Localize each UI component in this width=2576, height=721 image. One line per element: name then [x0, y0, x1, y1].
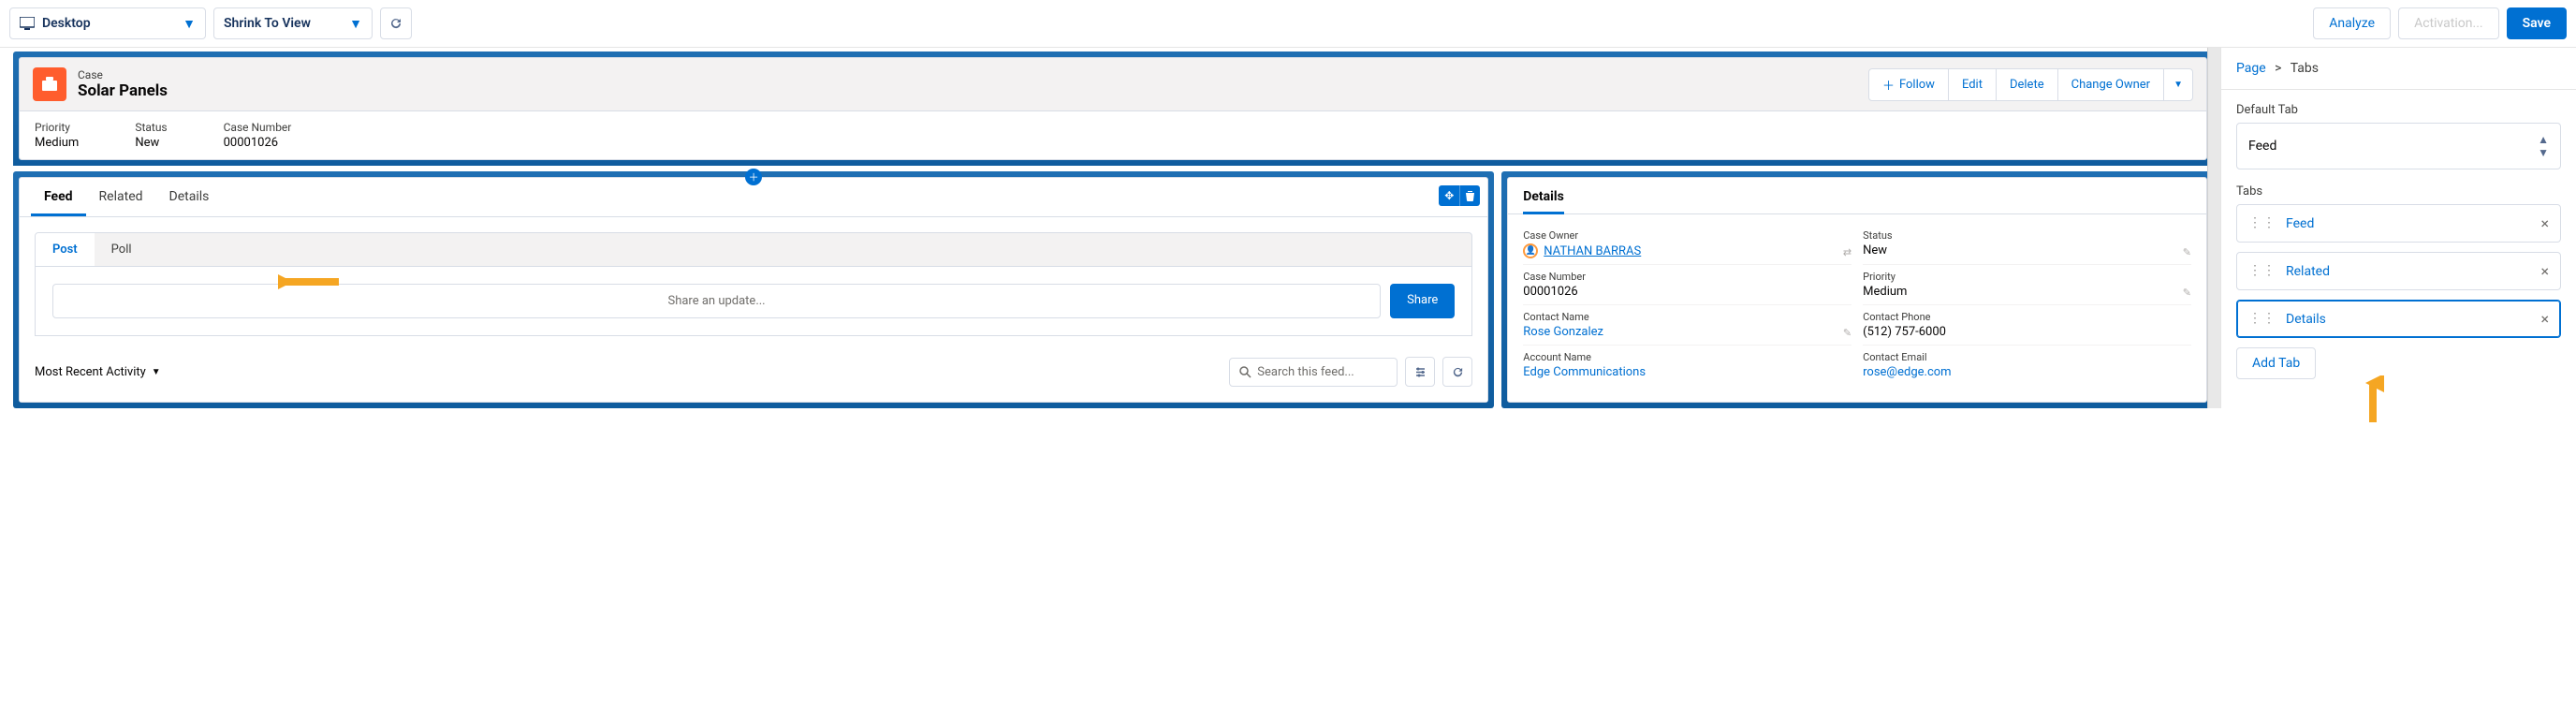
dcasenum-value: 00001026 — [1523, 285, 1852, 299]
contactemail-link[interactable]: rose@edge.com — [1863, 365, 2191, 379]
tab-item-related[interactable]: ⋮⋮ Related × — [2236, 252, 2561, 290]
chevron-down-icon: ▼ — [2174, 80, 2183, 90]
casenum-value: 00001026 — [224, 136, 292, 150]
dcasenum-label: Case Number — [1523, 271, 1852, 283]
zoom-select[interactable]: Shrink To View ▼ — [213, 7, 373, 39]
refresh-icon — [389, 17, 402, 30]
device-select[interactable]: Desktop ▼ — [9, 7, 206, 39]
dpriority-label: Priority — [1863, 271, 2191, 283]
chevron-down-icon: ▼ — [349, 16, 362, 32]
drag-icon[interactable]: ⋮⋮ — [2248, 219, 2276, 227]
case-icon — [33, 67, 66, 101]
contactname-link[interactable]: Rose Gonzalez — [1523, 325, 1852, 339]
close-icon[interactable]: × — [2540, 262, 2549, 280]
record-title: Solar Panels — [78, 81, 168, 100]
pencil-icon[interactable]: ✎ — [2183, 246, 2191, 258]
edit-button[interactable]: Edit — [1949, 69, 1997, 100]
more-actions-button[interactable]: ▼ — [2164, 69, 2192, 100]
record-actions: ＋Follow Edit Delete Change Owner ▼ — [1868, 68, 2193, 101]
close-icon[interactable]: × — [2540, 214, 2549, 232]
subtab-post[interactable]: Post — [36, 233, 95, 266]
details-title: Details — [1523, 189, 1564, 214]
pencil-icon[interactable]: ✎ — [2183, 287, 2191, 299]
pencil-icon[interactable]: ✎ — [1843, 327, 1852, 339]
dstatus-label: Status — [1863, 229, 2191, 242]
owner-avatar-icon: 👤 — [1523, 243, 1538, 258]
contactphone-label: Contact Phone — [1863, 311, 2191, 323]
tab-item-details[interactable]: ⋮⋮ Details × — [2236, 300, 2561, 338]
default-tab-label: Default Tab — [2236, 103, 2561, 117]
add-component-button[interactable]: ＋ — [745, 169, 762, 185]
feed-sort[interactable]: Most Recent Activity▼ — [35, 365, 161, 379]
change-owner-button[interactable]: Change Owner — [2058, 69, 2164, 100]
save-button[interactable]: Save — [2507, 7, 2567, 39]
contactphone-value: (512) 757-6000 — [1863, 325, 2191, 339]
add-tab-button[interactable]: Add Tab — [2236, 347, 2316, 379]
dpriority-value: Medium — [1863, 285, 2191, 299]
tab-feed[interactable]: Feed — [31, 178, 86, 216]
owner-label: Case Owner — [1523, 229, 1852, 242]
activation-button: Activation... — [2398, 7, 2499, 39]
close-icon[interactable]: × — [2540, 310, 2549, 328]
casenum-label: Case Number — [224, 121, 292, 134]
chevron-down-icon: ▼ — [183, 16, 196, 32]
priority-value: Medium — [35, 136, 79, 150]
feed-filter-button[interactable] — [1405, 357, 1435, 387]
delete-button[interactable]: Delete — [1997, 69, 2058, 100]
drag-icon[interactable]: ⋮⋮ — [2248, 315, 2276, 322]
properties-panel: Page > Tabs Default Tab Feed ▲▼ Tabs ⋮⋮ … — [2220, 48, 2576, 408]
contactname-label: Contact Name — [1523, 311, 1852, 323]
default-tab-select[interactable]: Feed ▲▼ — [2236, 123, 2561, 169]
page-canvas: Case Solar Panels ＋Follow Edit Delete Ch… — [0, 48, 2220, 408]
tab-details[interactable]: Details — [156, 178, 223, 216]
move-icon[interactable]: ✥ — [1439, 185, 1459, 206]
crumb-page[interactable]: Page — [2236, 61, 2266, 76]
tab-related[interactable]: Related — [86, 178, 156, 216]
details-component[interactable]: Details Case Owner 👤 NATHAN BARRAS ⇄ — [1507, 177, 2207, 403]
analyze-button[interactable]: Analyze — [2313, 7, 2391, 39]
subtab-poll[interactable]: Poll — [95, 233, 149, 266]
search-icon — [1239, 366, 1251, 378]
breadcrumb: Page > Tabs — [2236, 61, 2561, 76]
status-value: New — [135, 136, 167, 150]
tab-item-feed[interactable]: ⋮⋮ Feed × — [2236, 204, 2561, 243]
crumb-tabs: Tabs — [2291, 61, 2319, 76]
priority-label: Priority — [35, 121, 79, 134]
accountname-link[interactable]: Edge Communications — [1523, 365, 1852, 379]
feed-search-input[interactable]: Search this feed... — [1229, 358, 1398, 387]
device-label: Desktop — [42, 16, 156, 31]
sort-icon: ▲▼ — [2538, 133, 2549, 159]
follow-button[interactable]: ＋Follow — [1869, 69, 1949, 100]
drag-icon[interactable]: ⋮⋮ — [2248, 267, 2276, 274]
feed-refresh-button[interactable] — [1442, 357, 1472, 387]
chevron-down-icon: ▼ — [152, 367, 161, 377]
status-label: Status — [135, 121, 167, 134]
accountname-label: Account Name — [1523, 351, 1852, 363]
tabs-component[interactable]: ＋ ✥ Feed Related Details — [19, 177, 1488, 403]
refresh-button[interactable] — [380, 7, 412, 39]
record-type: Case — [78, 68, 168, 81]
owner-link[interactable]: NATHAN BARRAS — [1544, 244, 1641, 258]
change-owner-icon[interactable]: ⇄ — [1843, 246, 1852, 258]
record-header: Case Solar Panels ＋Follow Edit Delete Ch… — [19, 57, 2207, 160]
desktop-icon — [20, 17, 35, 30]
dstatus-value: New — [1863, 243, 2191, 258]
scrollbar[interactable] — [2207, 48, 2220, 408]
share-button[interactable]: Share — [1390, 284, 1455, 318]
top-toolbar: Desktop ▼ Shrink To View ▼ Analyze Activ… — [0, 0, 2576, 48]
zoom-label: Shrink To View — [224, 16, 323, 31]
share-input[interactable]: Share an update... — [52, 284, 1381, 318]
plus-icon: ＋ — [1882, 76, 1895, 94]
contactemail-label: Contact Email — [1863, 351, 2191, 363]
trash-icon[interactable] — [1459, 185, 1480, 206]
tabs-list-label: Tabs — [2236, 184, 2561, 199]
annotation-arrow — [2362, 375, 2384, 426]
